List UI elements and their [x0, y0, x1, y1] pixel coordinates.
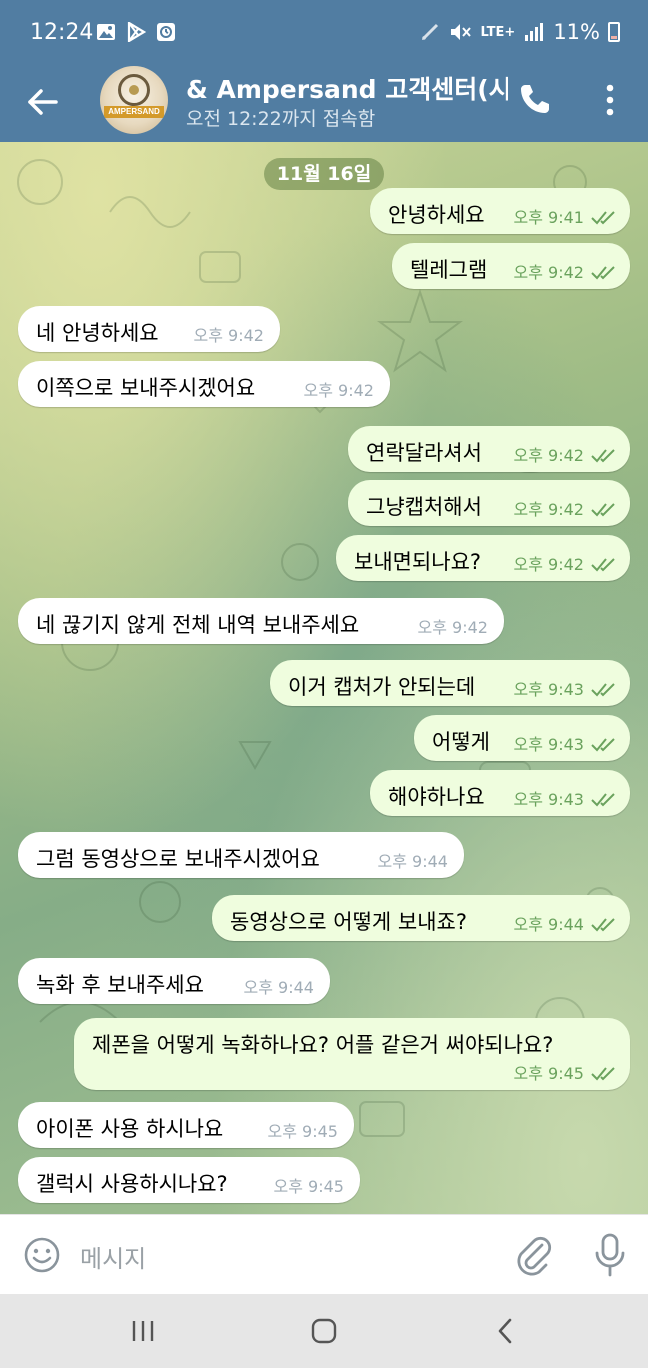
message-text: 그럼 동영상으로 보내주시겠어요	[36, 847, 320, 871]
message-bubble-outgoing[interactable]: 이거 캡처가 안되는데 오후 9:43	[270, 660, 630, 706]
home-icon[interactable]	[310, 1317, 338, 1345]
message-text: 동영상으로 어떻게 보내죠?	[230, 910, 468, 934]
message-bubble-outgoing[interactable]: 동영상으로 어떻게 보내죠? 오후 9:44	[212, 895, 630, 941]
message-time: 오후 9:42	[303, 381, 374, 400]
message-text: 연락달라셔서	[366, 441, 482, 465]
alarm-icon	[157, 23, 175, 41]
message-input[interactable]: 메시지	[80, 1239, 146, 1274]
message-time: 오후 9:42	[193, 326, 264, 345]
message-time: 오후 9:45	[267, 1122, 338, 1141]
message-time: 오후 9:43	[513, 790, 584, 809]
message-bubble-incoming[interactable]: 네 안녕하세요 오후 9:42	[18, 306, 280, 352]
message-text: 그냥캡처해서	[366, 495, 482, 519]
message-text: 녹화 후 보내주세요	[36, 973, 204, 997]
message-bubble-incoming[interactable]: 그럼 동영상으로 보내주시겠어요 오후 9:44	[18, 832, 464, 878]
message-time: 오후 9:45	[273, 1177, 344, 1196]
microphone-icon[interactable]	[592, 1231, 628, 1279]
gallery-icon	[97, 24, 115, 40]
status-right: LTE+ 11%	[419, 20, 620, 44]
message-text: 보내면되나요?	[354, 550, 482, 574]
message-time: 오후 9:44	[377, 852, 448, 871]
message-list[interactable]: 11월 16일 안녕하세요 오후 9:41 텔레그램 오후 9:42 네 안녕하…	[0, 142, 648, 1214]
message-time: 오후 9:42	[513, 263, 584, 282]
recent-apps-icon[interactable]	[130, 1318, 156, 1344]
more-vertical-icon[interactable]	[594, 80, 626, 120]
message-text: 아이폰 사용 하시나요	[36, 1117, 224, 1141]
message-text: 해야하나요	[388, 785, 485, 809]
message-text: 갤럭시 사용하시나요?	[36, 1172, 228, 1196]
message-bubble-outgoing[interactable]: 그냥캡처해서 오후 9:42	[348, 480, 630, 526]
double-check-icon	[591, 793, 615, 807]
double-check-icon	[591, 266, 615, 280]
message-bubble-outgoing[interactable]: 해야하나요 오후 9:43	[370, 770, 630, 816]
double-check-icon	[591, 211, 615, 225]
double-check-icon	[591, 683, 615, 697]
message-time: 오후 9:43	[513, 680, 584, 699]
date-chip: 11월 16일	[264, 158, 384, 190]
message-bubble-outgoing[interactable]: 연락달라셔서 오후 9:42	[348, 426, 630, 472]
message-time: 오후 9:45	[513, 1064, 584, 1083]
signal-icon	[525, 23, 544, 41]
message-bubble-incoming[interactable]: 네 끊기지 않게 전체 내역 보내주세요 오후 9:42	[18, 598, 504, 644]
last-seen-status: 오전 12:22까지 접속함	[186, 108, 376, 130]
message-bubble-outgoing[interactable]: 제폰을 어떻게 녹화하나요? 어플 같은거 써야되나요? 오후 9:45	[74, 1018, 630, 1090]
network-type: LTE+	[480, 24, 516, 40]
message-text: 제폰을 어떻게 녹화하나요? 어플 같은거 써야되나요?	[92, 1033, 554, 1057]
message-text: 네 안녕하세요	[36, 321, 159, 345]
message-bubble-incoming[interactable]: 갤럭시 사용하시나요? 오후 9:45	[18, 1157, 360, 1203]
message-time: 오후 9:41	[513, 208, 584, 227]
play-store-icon	[127, 22, 146, 42]
message-text: 어떻게	[432, 730, 490, 754]
back-arrow-icon[interactable]	[24, 82, 64, 122]
double-check-icon	[591, 449, 615, 463]
double-check-icon	[591, 918, 615, 932]
message-time: 오후 9:42	[417, 618, 488, 637]
message-bubble-outgoing[interactable]: 텔레그램 오후 9:42	[392, 243, 630, 289]
message-bubble-outgoing[interactable]: 보내면되나요? 오후 9:42	[336, 535, 630, 581]
message-time: 오후 9:44	[243, 978, 314, 997]
message-text: 이거 캡처가 안되는데	[288, 675, 476, 699]
battery-percent: 11%	[553, 20, 600, 44]
double-check-icon	[591, 1067, 615, 1081]
message-time: 오후 9:42	[513, 500, 584, 519]
message-bubble-incoming[interactable]: 아이폰 사용 하시나요 오후 9:45	[18, 1102, 354, 1148]
message-time: 오후 9:42	[513, 446, 584, 465]
status-time: 12:24	[30, 20, 94, 45]
message-text: 네 끊기지 않게 전체 내역 보내주세요	[36, 613, 360, 637]
nav-back-icon[interactable]	[494, 1316, 516, 1346]
message-composer: 메시지	[0, 1214, 648, 1295]
paperclip-icon[interactable]	[514, 1233, 554, 1277]
chat-title[interactable]: & Ampersand 고객센터(시	[186, 70, 508, 106]
emoji-icon[interactable]	[22, 1235, 62, 1275]
message-bubble-incoming[interactable]: 이쪽으로 보내주시겠어요 오후 9:42	[18, 361, 390, 407]
message-text: 이쪽으로 보내주시겠어요	[36, 376, 256, 400]
double-check-icon	[591, 738, 615, 752]
message-time: 오후 9:42	[513, 555, 584, 574]
avatar[interactable]: AMPERSAND	[100, 66, 168, 134]
pen-icon	[421, 23, 438, 41]
phone-icon[interactable]	[516, 80, 554, 118]
message-bubble-outgoing[interactable]: 어떻게 오후 9:43	[414, 715, 630, 761]
message-text: 텔레그램	[410, 258, 488, 282]
chat-header: AMPERSAND & Ampersand 고객센터(시 오전 12:22까지 …	[0, 64, 648, 142]
system-nav-bar	[0, 1294, 648, 1368]
message-time: 오후 9:43	[513, 735, 584, 754]
message-time: 오후 9:44	[513, 915, 584, 934]
battery-icon	[608, 22, 620, 42]
mute-icon	[450, 24, 471, 40]
avatar-label: AMPERSAND	[104, 106, 164, 118]
notification-icons	[96, 22, 176, 42]
message-bubble-outgoing[interactable]: 안녕하세요 오후 9:41	[370, 188, 630, 234]
double-check-icon	[591, 503, 615, 517]
status-bar: 12:24 LTE+ 11%	[0, 0, 648, 64]
message-text: 안녕하세요	[388, 203, 485, 227]
message-bubble-incoming[interactable]: 녹화 후 보내주세요 오후 9:44	[18, 958, 330, 1004]
double-check-icon	[591, 558, 615, 572]
